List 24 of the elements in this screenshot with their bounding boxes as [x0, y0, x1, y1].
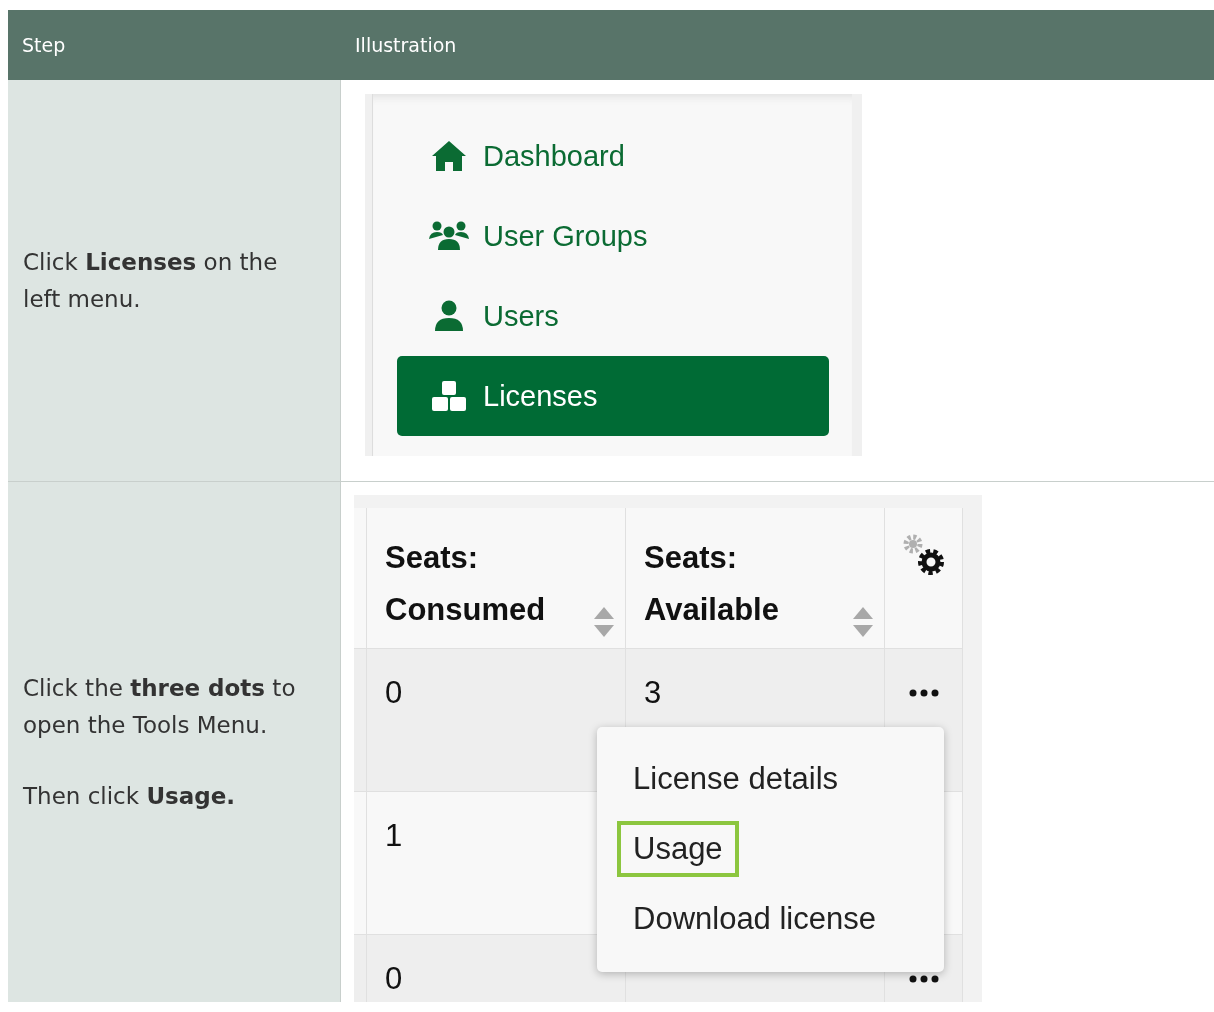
table-cell: 0: [385, 961, 403, 996]
users-icon: [429, 220, 469, 252]
nav-item[interactable]: Users: [397, 276, 829, 356]
column-header: Seats: Available: [644, 539, 780, 629]
more-icon[interactable]: [907, 689, 940, 697]
step-text: Click the three dots to open the Tools Menu.: [23, 673, 297, 740]
boxes-icon: [431, 380, 467, 412]
menu-item[interactable]: Download license: [617, 891, 892, 947]
table-cell: 0: [385, 675, 403, 710]
table-cell: 3: [644, 675, 662, 710]
nav-item[interactable]: Dashboard: [397, 116, 829, 196]
more-icon[interactable]: [907, 975, 940, 983]
nav-item[interactable]: User Groups: [397, 196, 829, 276]
step-text: Click Licenses on the left menu.: [23, 247, 279, 314]
column-header: Seats: Consumed: [385, 539, 547, 629]
menu-item[interactable]: License details: [617, 751, 855, 807]
menu-item[interactable]: Usage: [617, 821, 739, 877]
nav-item[interactable]: Licenses: [397, 356, 829, 436]
user-icon: [434, 300, 464, 332]
table-cell: 1: [385, 818, 403, 853]
column-header: Illustration: [354, 33, 458, 58]
column-header: Step: [21, 33, 67, 58]
step-text: Then click Usage.: [23, 781, 237, 811]
home-icon: [431, 140, 467, 172]
